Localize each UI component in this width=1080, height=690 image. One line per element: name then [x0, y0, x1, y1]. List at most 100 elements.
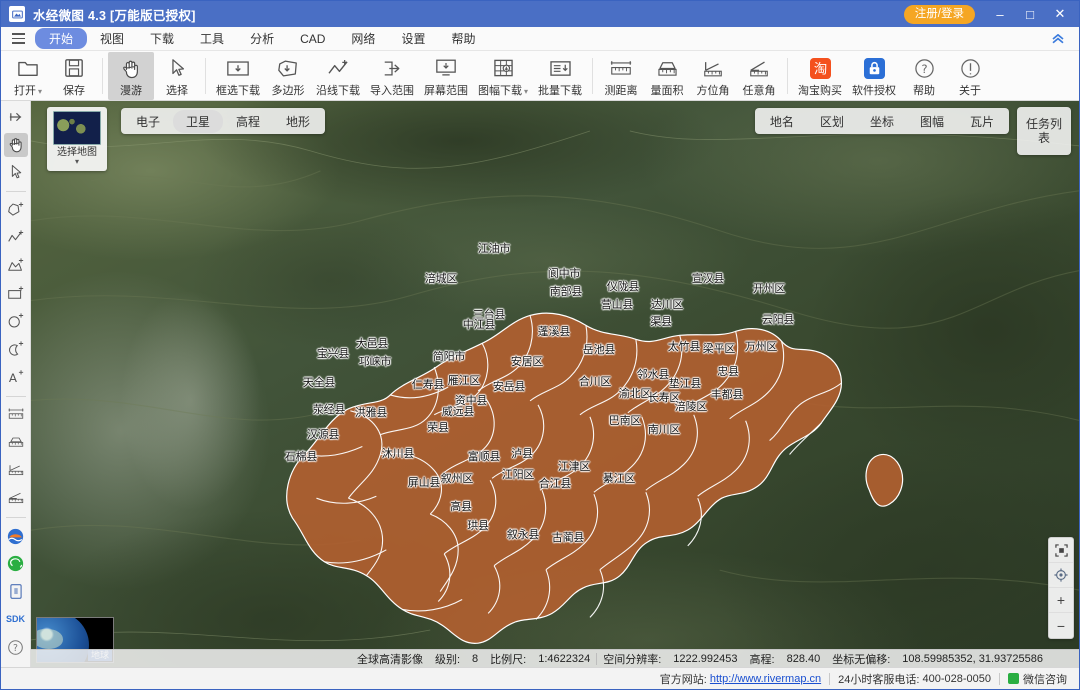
toolbar-license[interactable]: 软件授权	[847, 52, 901, 100]
toolbar-about[interactable]: 关于	[947, 52, 993, 100]
status-resolution-value: 1222.992453	[673, 652, 738, 665]
menu-item-settings[interactable]: 设置	[388, 28, 438, 49]
toolbar-line-download[interactable]: 沿线下载	[311, 52, 365, 100]
close-button[interactable]: ✕	[1045, 2, 1075, 26]
menu-item-network[interactable]: 网络	[338, 28, 388, 49]
overlay-tab-tile[interactable]: 瓦片	[957, 110, 1007, 133]
add-text-icon[interactable]: A	[4, 365, 28, 389]
menu-item-view[interactable]: 视图	[87, 28, 137, 49]
toolbar-measure-distance-label: 测距离	[604, 85, 638, 97]
toolbar-polygon-download[interactable]: 多边形	[265, 52, 311, 100]
wechat-icon[interactable]	[4, 552, 28, 576]
toolbar-batch-download[interactable]: 批量下载	[533, 52, 587, 100]
add-rectangle-icon[interactable]	[4, 282, 28, 306]
basemap-tab-terrain[interactable]: 地形	[273, 110, 323, 133]
footer-separator	[829, 672, 831, 685]
toolbar-azimuth[interactable]: 方位角	[690, 52, 736, 100]
menu-item-analysis[interactable]: 分析	[237, 28, 287, 49]
register-login-button[interactable]: 注册/登录	[903, 4, 975, 24]
title-bar: 水经微图 4.3 [万能版已授权] 注册/登录 – □ ✕	[1, 1, 1079, 27]
toolbar-screen-range[interactable]: 屏幕范围	[419, 52, 473, 100]
basemap-tab-satellite[interactable]: 卫星	[173, 109, 224, 133]
toolbar-select[interactable]: 选择	[154, 52, 200, 100]
add-arc-icon[interactable]	[4, 337, 28, 361]
menu-item-tools[interactable]: 工具	[187, 28, 237, 49]
toolbar-pan[interactable]: 漫游	[108, 52, 154, 100]
wechat-icon	[1008, 673, 1019, 684]
collapse-rail-icon[interactable]	[4, 105, 28, 129]
add-polygon-icon[interactable]	[4, 198, 28, 222]
toolbar-about-label: 关于	[959, 85, 982, 97]
map-viewport[interactable]: 江油市 涪城区 阆中市 仪陇县 宣汉县 开州区 南部县 营山县 达川区 云阳县 三台县 中江县 渠县 蓬溪…	[31, 101, 1079, 667]
toolbar-polygon-download-label: 多边形	[271, 85, 305, 97]
menu-icon[interactable]	[7, 30, 29, 48]
screen-range-icon	[435, 56, 457, 80]
status-scale-label: 比例尺:	[490, 653, 527, 666]
menu-item-help[interactable]: 帮助	[438, 28, 488, 49]
add-filled-polygon-icon[interactable]	[4, 254, 28, 278]
license-icon	[863, 56, 885, 80]
menu-item-download[interactable]: 下载	[137, 28, 187, 49]
toolbar-sheet-download-label: 图幅下载 ▾	[478, 85, 529, 97]
toolbar-sheet-download[interactable]: 图幅下载 ▾	[473, 52, 533, 100]
basemap-tab-electronic[interactable]: 电子	[123, 110, 173, 133]
locate-icon[interactable]	[1049, 563, 1073, 588]
about-icon	[960, 56, 981, 80]
measure-area-icon	[656, 56, 679, 80]
hand-pan-icon[interactable]	[3, 132, 28, 157]
free-angle-icon	[748, 56, 770, 80]
toolbar-free-angle[interactable]: 任意角	[736, 52, 782, 100]
measure-area-icon[interactable]	[4, 431, 28, 455]
footer-phone-label: 24小时客服电话:	[838, 673, 920, 686]
toolbar-screen-range-label: 屏幕范围	[424, 85, 468, 97]
toolbar-open[interactable]: 打开 ▾	[5, 52, 51, 100]
zoom-in-icon[interactable]: +	[1049, 588, 1073, 613]
basemap-picker[interactable]: 选择地图 ▾	[47, 107, 107, 171]
add-circle-icon[interactable]	[4, 310, 28, 334]
add-polyline-icon[interactable]	[4, 226, 28, 250]
overlay-tab-district[interactable]: 区划	[807, 110, 857, 133]
toolbar-measure-area[interactable]: 量面积	[644, 52, 690, 100]
chevron-down-icon[interactable]: ▾	[75, 158, 79, 166]
toolbar-help[interactable]: ? 帮助	[901, 52, 947, 100]
task-list-button[interactable]: 任务列表	[1017, 107, 1071, 155]
azimuth-icon[interactable]	[4, 459, 28, 483]
menu-item-cad[interactable]: CAD	[287, 30, 338, 48]
footer-site-link[interactable]: http://www.rivermap.cn	[710, 673, 821, 685]
help-circle-icon[interactable]: ?	[4, 635, 28, 659]
toolbar-import-range-label: 导入范围	[370, 85, 414, 97]
minimize-button[interactable]: –	[985, 2, 1015, 26]
sdk-icon[interactable]: SDK	[4, 608, 28, 632]
chevron-up-icon[interactable]	[1043, 33, 1073, 44]
overlay-tab-placename[interactable]: 地名	[757, 110, 807, 133]
overlay-tab-coordinate[interactable]: 坐标	[857, 110, 907, 133]
toolbar-free-angle-label: 任意角	[742, 85, 776, 97]
azimuth-icon	[702, 56, 724, 80]
maximize-button[interactable]: □	[1015, 2, 1045, 26]
measure-distance-icon[interactable]	[4, 403, 28, 427]
toolbar-import-range[interactable]: 导入范围	[365, 52, 419, 100]
toolbar-separator	[787, 58, 789, 94]
toolbar-taobao[interactable]: 淘 淘宝购买	[793, 52, 847, 100]
satellite-imagery	[31, 101, 1079, 667]
rect-download-icon	[226, 56, 250, 80]
sdk-label: SDK	[5, 614, 25, 625]
free-angle-icon[interactable]	[4, 486, 28, 510]
toolbar-rect-download[interactable]: 框选下载	[211, 52, 265, 100]
rivermap-logo-icon[interactable]	[4, 524, 28, 548]
select-arrow-icon[interactable]	[4, 161, 28, 185]
fullscreen-icon[interactable]	[1049, 538, 1073, 563]
mobile-app-icon[interactable]	[4, 580, 28, 604]
map-app-icon	[9, 6, 25, 22]
rail-separator	[5, 191, 26, 193]
footer-wechat-label[interactable]: 微信咨询	[1023, 671, 1067, 687]
toolbar-measure-distance[interactable]: 测距离	[598, 52, 644, 100]
basemap-thumbnail	[53, 111, 101, 145]
overlay-tab-sheet[interactable]: 图幅	[907, 110, 957, 133]
status-resolution-label: 空间分辨率:	[603, 653, 662, 666]
toolbar-save[interactable]: 保存	[51, 52, 97, 100]
line-download-icon	[327, 56, 350, 80]
zoom-out-icon[interactable]: −	[1049, 613, 1073, 638]
basemap-tab-elevation[interactable]: 高程	[223, 110, 273, 133]
menu-item-start[interactable]: 开始	[35, 28, 88, 49]
